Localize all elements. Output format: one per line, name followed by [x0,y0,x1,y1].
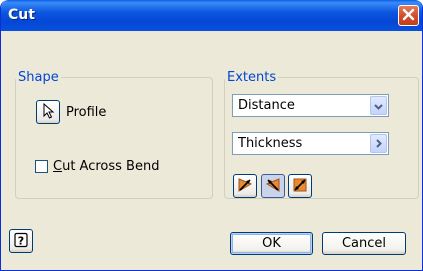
cut-dialog: Cut Shape Profile Cut Across Bend Extent… [0,0,423,271]
svg-text:?: ? [18,234,24,247]
dialog-title: Cut [8,7,35,23]
cut-across-bend-label: Cut Across Bend [53,159,159,174]
extents-legend: Extents [227,70,277,85]
shape-legend: Shape [18,70,59,85]
dropdown-arrow-button[interactable] [370,96,387,115]
close-icon [402,8,415,24]
cut-across-bend-accel: C [53,159,63,174]
direction-1-button[interactable] [233,174,257,198]
cut-across-bend-checkbox[interactable] [35,160,48,173]
depth-input[interactable]: Thickness [232,132,389,155]
direction-2-icon [264,176,282,197]
cursor-arrow-icon [41,102,55,122]
chevron-right-icon [375,136,382,151]
symmetric-direction-button[interactable] [288,174,312,198]
profile-label: Profile [66,105,107,120]
cut-across-bend-option[interactable]: Cut Across Bend [35,159,159,174]
profile-select-button[interactable] [36,100,60,124]
depth-expand-button[interactable] [370,134,387,153]
direction-2-button[interactable] [261,174,285,198]
title-bar[interactable]: Cut [1,0,422,31]
symmetric-direction-icon [291,176,309,197]
extent-type-dropdown[interactable]: Distance [232,94,389,117]
help-icon: ? [13,232,29,251]
depth-value: Thickness [238,136,303,151]
ok-button[interactable]: OK [230,232,313,255]
cancel-button[interactable]: Cancel [322,232,406,255]
close-button[interactable] [398,5,419,26]
dialog-body: Shape Profile Cut Across Bend Extents Di… [4,31,421,268]
shape-group: Shape [15,70,213,199]
extent-type-value: Distance [238,98,295,113]
chevron-down-icon [374,98,383,113]
help-button[interactable]: ? [9,229,33,253]
direction-1-icon [236,176,254,197]
cut-across-bend-rest: ut Across Bend [62,159,160,174]
